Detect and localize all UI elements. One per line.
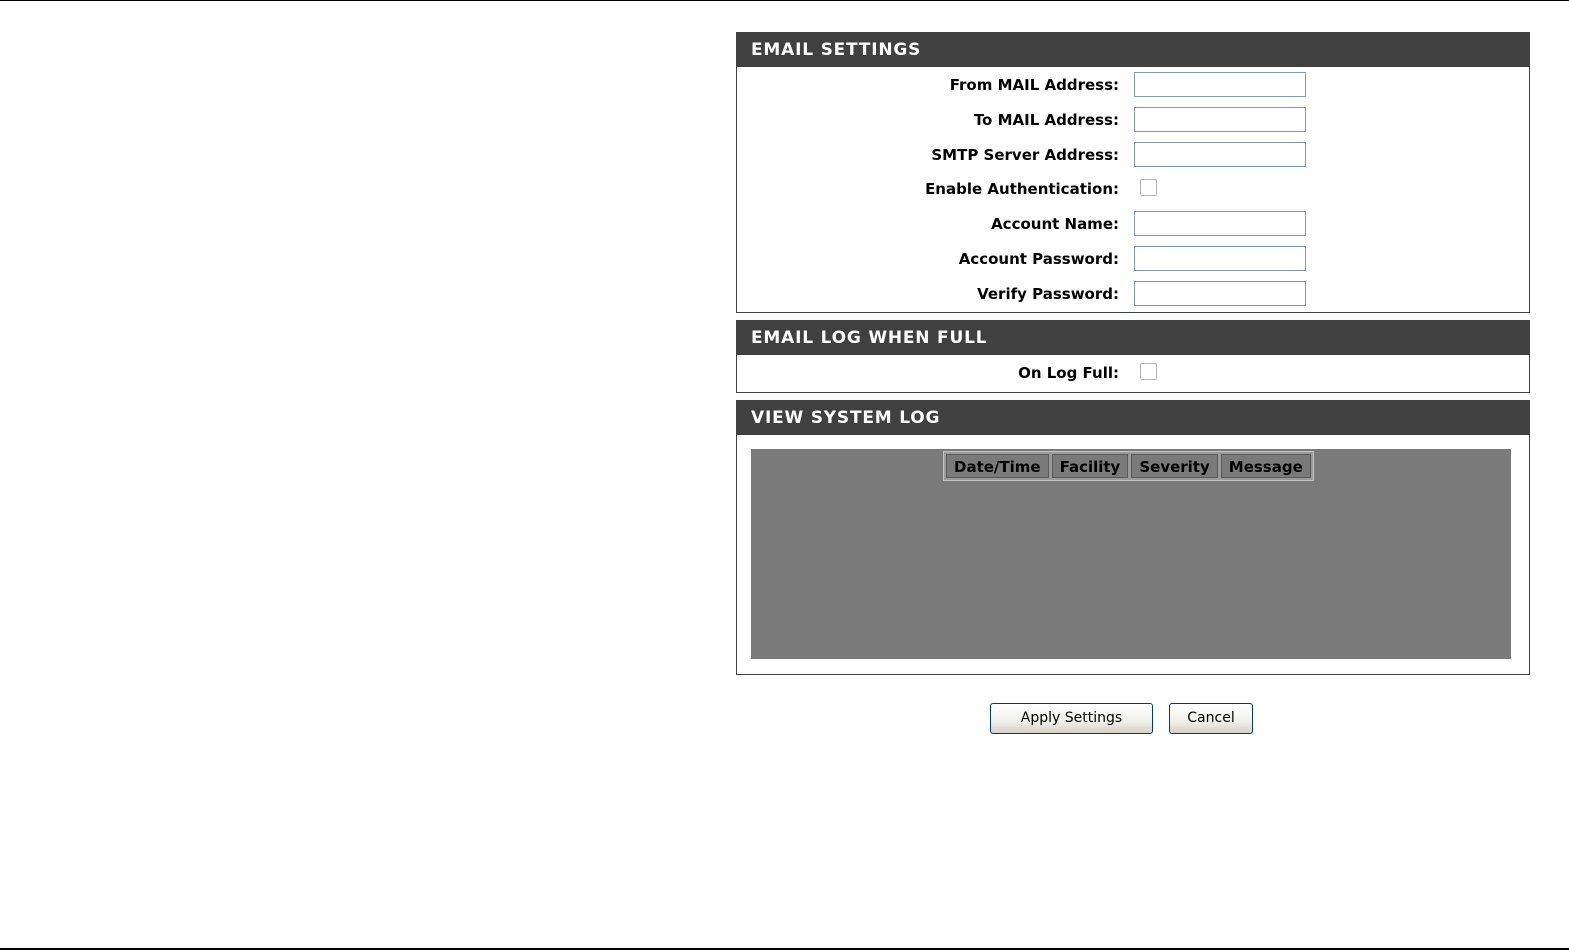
account-name-label: Account Name: — [991, 215, 1119, 233]
log-column-severity: Severity — [1131, 454, 1218, 478]
system-log-area[interactable]: Date/Time Facility Severity Message — [751, 449, 1511, 659]
from-mail-input[interactable] — [1134, 72, 1306, 97]
to-mail-input[interactable] — [1134, 107, 1306, 132]
log-column-facility: Facility — [1051, 454, 1129, 478]
verify-password-row: Verify Password: — [737, 280, 1529, 308]
account-password-input[interactable] — [1134, 246, 1306, 271]
on-log-full-checkbox[interactable] — [1140, 363, 1157, 380]
system-log-header: VIEW SYSTEM LOG — [737, 401, 1529, 435]
to-mail-row: To MAIL Address: — [737, 106, 1529, 134]
to-mail-label: To MAIL Address: — [973, 111, 1119, 129]
top-rule — [0, 0, 1569, 1]
enable-auth-label: Enable Authentication: — [925, 180, 1119, 198]
apply-settings-button[interactable]: Apply Settings — [990, 703, 1153, 734]
email-log-full-header: EMAIL LOG WHEN FULL — [737, 321, 1529, 355]
system-log-table-header: Date/Time Facility Severity Message — [943, 451, 1314, 481]
email-log-full-panel: EMAIL LOG WHEN FULL On Log Full: — [736, 320, 1530, 393]
enable-auth-checkbox[interactable] — [1140, 179, 1157, 196]
from-mail-label: From MAIL Address: — [949, 76, 1119, 94]
smtp-server-row: SMTP Server Address: — [737, 141, 1529, 169]
system-log-panel: VIEW SYSTEM LOG Date/Time Facility Sever… — [736, 400, 1530, 675]
log-column-message: Message — [1220, 454, 1311, 478]
account-name-row: Account Name: — [737, 210, 1529, 238]
email-settings-panel: EMAIL SETTINGS From MAIL Address: To MAI… — [736, 32, 1530, 313]
verify-password-label: Verify Password: — [977, 285, 1119, 303]
from-mail-row: From MAIL Address: — [737, 71, 1529, 99]
on-log-full-label: On Log Full: — [1018, 364, 1119, 382]
smtp-server-input[interactable] — [1134, 142, 1306, 167]
on-log-full-row: On Log Full: — [737, 359, 1529, 387]
email-settings-header: EMAIL SETTINGS — [737, 33, 1529, 67]
smtp-server-label: SMTP Server Address: — [931, 146, 1119, 164]
bottom-rule — [0, 948, 1569, 950]
verify-password-input[interactable] — [1134, 281, 1306, 306]
log-column-datetime: Date/Time — [946, 454, 1049, 478]
account-password-label: Account Password: — [958, 250, 1119, 268]
account-name-input[interactable] — [1134, 211, 1306, 236]
enable-auth-row: Enable Authentication: — [737, 175, 1529, 203]
cancel-button[interactable]: Cancel — [1169, 703, 1253, 734]
account-password-row: Account Password: — [737, 245, 1529, 273]
